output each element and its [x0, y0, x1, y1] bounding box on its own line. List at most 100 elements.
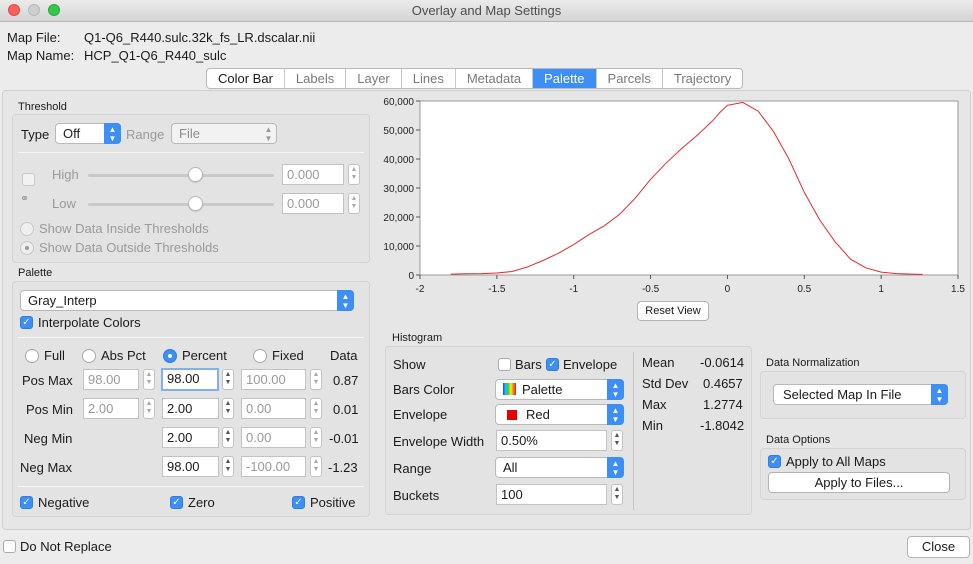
- neg-min-fixed-stepper[interactable]: ▲ ▼: [310, 427, 322, 448]
- normalization-title: Data Normalization: [766, 357, 860, 369]
- threshold-type-select[interactable]: Off ▲ ▼: [55, 123, 121, 144]
- apply-all-maps-checkbox[interactable]: ✓: [768, 455, 781, 468]
- range-select[interactable]: All ▲ ▼: [495, 457, 624, 478]
- min-label: Min: [642, 418, 663, 433]
- low-value-field[interactable]: 0.000: [282, 193, 344, 214]
- neg-max-fixed-stepper[interactable]: ▲ ▼: [310, 456, 322, 477]
- neg-min-fixed-field[interactable]: 0.00: [241, 427, 306, 448]
- max-label: Max: [642, 397, 667, 412]
- x-tick-label: -2: [416, 284, 425, 295]
- x-tick-label: 0.5: [797, 284, 811, 295]
- envelope-checkbox[interactable]: ✓: [546, 358, 559, 371]
- envelope-width-stepper[interactable]: ▲ ▼: [611, 430, 623, 451]
- pos-min-fixed-stepper[interactable]: ▲ ▼: [310, 398, 322, 419]
- tab-parcels[interactable]: Parcels: [597, 69, 663, 88]
- threshold-divider: [18, 152, 364, 153]
- pos-max-full-field[interactable]: 98.00: [83, 369, 139, 390]
- high-value-field[interactable]: 0.000: [282, 164, 344, 185]
- std-dev-label: Std Dev: [642, 376, 689, 391]
- bars-color-value: Palette: [522, 382, 563, 397]
- pos-min-full-field[interactable]: 2.00: [83, 398, 139, 419]
- pos-min-fixed-field[interactable]: 0.00: [241, 398, 306, 419]
- pos-min-percent-stepper[interactable]: ▲ ▼: [222, 398, 234, 419]
- reset-view-button[interactable]: Reset View: [637, 301, 709, 321]
- std-dev-value: 0.4657: [703, 376, 743, 391]
- bars-color-label: Bars Color: [393, 382, 455, 397]
- buckets-field[interactable]: 100: [496, 484, 607, 505]
- pos-min-full-stepper[interactable]: ▲ ▼: [143, 398, 155, 419]
- high-slider[interactable]: [88, 174, 274, 177]
- low-value-stepper[interactable]: ▲ ▼: [348, 193, 360, 214]
- histogram-chart[interactable]: 0 10,000 20,000 30,000 40,000 50,000 60,000 -2 -…: [376, 97, 970, 307]
- do-not-replace-checkbox[interactable]: [3, 540, 16, 553]
- threshold-link-checkbox[interactable]: [22, 173, 35, 186]
- y-tick-label: 30,000: [383, 184, 414, 195]
- neg-max-percent-field[interactable]: 98.00: [162, 456, 219, 477]
- high-value-stepper[interactable]: ▲ ▼: [348, 164, 360, 185]
- neg-max-percent-stepper[interactable]: ▲ ▼: [222, 456, 234, 477]
- palette-divider-2: [18, 486, 364, 487]
- tab-labels[interactable]: Labels: [285, 69, 347, 88]
- low-label: Low: [52, 196, 76, 211]
- tab-metadata[interactable]: Metadata: [456, 69, 534, 88]
- show-outside-radio[interactable]: [20, 241, 34, 255]
- tab-palette[interactable]: Palette: [533, 69, 597, 88]
- zero-label: Zero: [188, 495, 215, 510]
- normalization-value: Selected Map In File: [783, 387, 902, 402]
- pos-max-percent-stepper[interactable]: ▲ ▼: [222, 369, 234, 390]
- tab-trajectory[interactable]: Trajectory: [663, 69, 742, 88]
- show-inside-radio[interactable]: [20, 222, 34, 236]
- interpolate-colors-checkbox[interactable]: ✓: [20, 316, 33, 329]
- chevron-updown-icon: ▲ ▼: [104, 123, 121, 144]
- pos-min-label: Pos Min: [26, 402, 73, 417]
- pos-min-percent-field[interactable]: 2.00: [162, 398, 219, 419]
- positive-checkbox[interactable]: ✓: [292, 496, 305, 509]
- bars-checkbox[interactable]: [498, 358, 511, 371]
- low-slider[interactable]: [88, 203, 274, 206]
- pos-max-fixed-stepper[interactable]: ▲ ▼: [310, 369, 322, 390]
- x-tick-label: -0.5: [642, 284, 660, 295]
- x-tick-label: 1: [878, 284, 884, 295]
- pos-max-full-stepper[interactable]: ▲ ▼: [143, 369, 155, 390]
- mode-percent-radio[interactable]: [163, 349, 177, 363]
- pos-max-percent-field[interactable]: 98.00: [161, 368, 219, 391]
- low-slider-handle[interactable]: [188, 196, 203, 211]
- tab-bar: Color Bar Labels Layer Lines Metadata Pa…: [206, 68, 744, 89]
- neg-min-percent-field[interactable]: 2.00: [162, 427, 219, 448]
- bars-color-select[interactable]: Palette ▲ ▼: [495, 379, 624, 400]
- neg-max-fixed-field[interactable]: -100.00: [241, 456, 306, 477]
- mode-full-radio[interactable]: [25, 349, 39, 363]
- high-slider-handle[interactable]: [188, 167, 203, 182]
- mode-fixed-radio[interactable]: [253, 349, 267, 363]
- threshold-range-value: File: [179, 126, 200, 141]
- pos-max-data: 0.87: [333, 373, 359, 388]
- histogram-title: Histogram: [392, 332, 443, 344]
- chevron-updown-icon: ▲ ▼: [264, 125, 273, 143]
- apply-all-maps-label: Apply to All Maps: [786, 454, 886, 469]
- tab-layer[interactable]: Layer: [346, 69, 402, 88]
- link-icon: ⚭: [20, 193, 30, 205]
- palette-select[interactable]: Gray_Interp ▲ ▼: [20, 290, 354, 311]
- tab-color-bar[interactable]: Color Bar: [207, 69, 285, 88]
- tab-lines[interactable]: Lines: [402, 69, 456, 88]
- bars-label: Bars: [515, 357, 542, 372]
- palette-title: Palette: [18, 267, 53, 279]
- close-button[interactable]: Close: [907, 536, 970, 558]
- negative-checkbox[interactable]: ✓: [20, 496, 33, 509]
- pos-max-fixed-field[interactable]: 100.00: [241, 369, 306, 390]
- normalization-select[interactable]: Selected Map In File ▲ ▼: [773, 384, 948, 405]
- threshold-range-select[interactable]: File ▲ ▼: [171, 123, 277, 144]
- mode-abs-pct-radio[interactable]: [82, 349, 96, 363]
- envelope-width-field[interactable]: 0.50%: [496, 430, 607, 451]
- neg-min-percent-stepper[interactable]: ▲ ▼: [222, 427, 234, 448]
- y-tick-label: 50,000: [383, 126, 414, 137]
- zero-checkbox[interactable]: ✓: [170, 496, 183, 509]
- envelope-color-select[interactable]: Red ▲ ▼: [495, 404, 624, 425]
- stats-divider: [633, 352, 634, 510]
- envelope-width-label: Envelope Width: [393, 434, 485, 449]
- buckets-stepper[interactable]: ▲ ▼: [611, 484, 623, 505]
- mean-label: Mean: [642, 355, 675, 370]
- y-tick-label: 0: [408, 271, 414, 282]
- apply-to-files-button[interactable]: Apply to Files...: [768, 472, 950, 493]
- neg-max-data: -1.23: [328, 460, 358, 475]
